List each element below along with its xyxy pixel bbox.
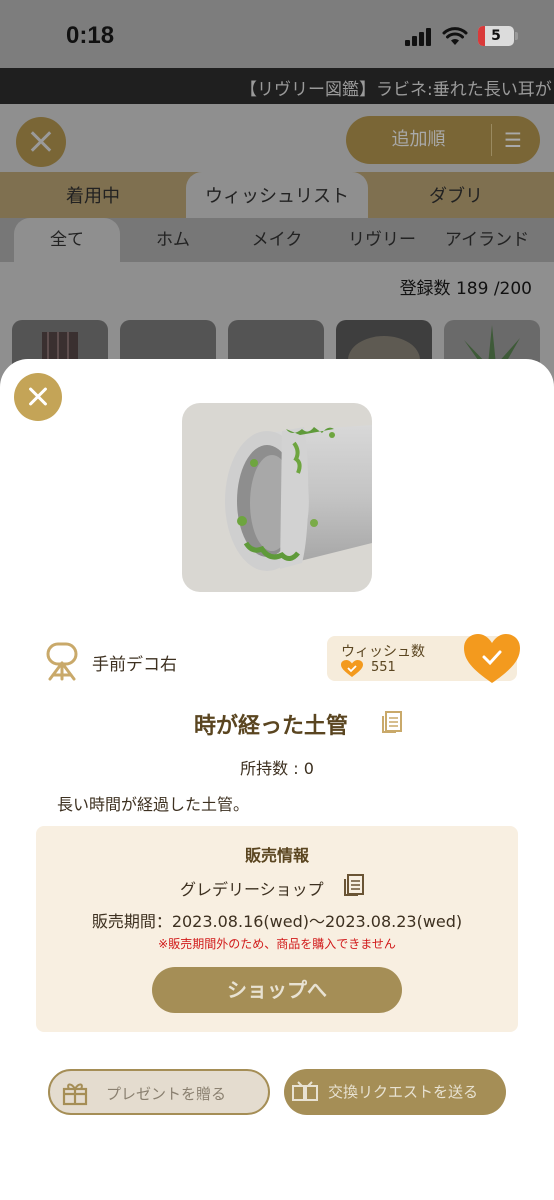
- tab-island[interactable]: アイランド: [436, 218, 538, 262]
- sort-label: 追加順: [391, 129, 446, 150]
- battery-level: 5: [491, 28, 501, 44]
- trade-icon: [292, 1081, 318, 1101]
- item-detail-modal: 手前デコ右 ウィッシュ数 551 時が経った土管 所持数 : 0 長い時間が経過…: [0, 359, 554, 1200]
- wifi-icon: [442, 27, 468, 45]
- item-image: [182, 403, 372, 592]
- close-modal-button[interactable]: [14, 373, 62, 421]
- sort-divider: [491, 124, 492, 156]
- main-tabs: 着用中 ウィッシュリスト ダブリ: [0, 172, 554, 218]
- sort-button[interactable]: 追加順 ☰: [346, 116, 540, 164]
- deco-stand-icon: [46, 642, 78, 681]
- send-present-button[interactable]: プレゼントを贈る: [48, 1069, 270, 1115]
- trade-request-button[interactable]: 交換リクエストを送る: [284, 1069, 506, 1115]
- wish-label: ウィッシュ数: [341, 644, 425, 660]
- battery-icon: 5: [478, 26, 514, 46]
- tab-make[interactable]: メイク: [226, 218, 328, 262]
- trade-label: 交換リクエストを送る: [328, 1083, 479, 1101]
- status-bar: 0:18 5: [0, 0, 554, 68]
- tab-duplicates[interactable]: ダブリ: [368, 172, 544, 218]
- battery-tip: [515, 32, 518, 40]
- clock: 0:18: [66, 22, 115, 49]
- heart-icon: [341, 660, 363, 677]
- item-description: 長い時間が経過した土管。: [57, 795, 250, 814]
- signal-icon: [405, 28, 435, 46]
- tab-wishlist[interactable]: ウィッシュリスト: [186, 172, 368, 218]
- tab-all[interactable]: 全て: [14, 218, 120, 262]
- wish-count: 551: [371, 660, 396, 675]
- category-label: 手前デコ右: [92, 655, 177, 675]
- sort-icon: ☰: [504, 128, 522, 152]
- sale-warning: ※販売期間外のため、商品を購入できません: [158, 937, 396, 951]
- present-label: プレゼントを贈る: [106, 1085, 227, 1103]
- sale-period: 販売期間：2023.08.16(wed)～2023.08.23(wed): [91, 912, 463, 931]
- tab-hom[interactable]: ホム: [120, 218, 226, 262]
- sale-info-title: 販売情報: [244, 846, 309, 865]
- category-tabs: 全て ホム メイク リヴリー アイランド: [0, 218, 554, 262]
- shop-name: グレデリーショップ: [180, 880, 324, 899]
- tab-livly[interactable]: リヴリー: [328, 218, 436, 262]
- tab-wearing[interactable]: 着用中: [0, 172, 186, 218]
- gift-icon: [62, 1083, 88, 1106]
- go-to-shop-button[interactable]: ショップへ: [152, 967, 402, 1013]
- wishlist-heart-button[interactable]: [462, 633, 522, 685]
- news-ticker[interactable]: 【リヴリー図鑑】ラビネ:垂れた長い耳が: [0, 68, 554, 104]
- close-icon[interactable]: [16, 117, 66, 167]
- registered-count: 登録数 189 /200: [399, 279, 532, 299]
- copy-icon[interactable]: [344, 874, 364, 896]
- owned-count: 所持数 : 0: [240, 759, 314, 778]
- sale-info-box: 販売情報 グレデリーショップ 販売期間：2023.08.16(wed)～2023…: [36, 826, 518, 1032]
- copy-icon[interactable]: [382, 711, 402, 733]
- item-name: 時が経った土管: [194, 714, 349, 739]
- ticker-text: 【リヴリー図鑑】ラビネ:垂れた長い耳が: [240, 80, 552, 100]
